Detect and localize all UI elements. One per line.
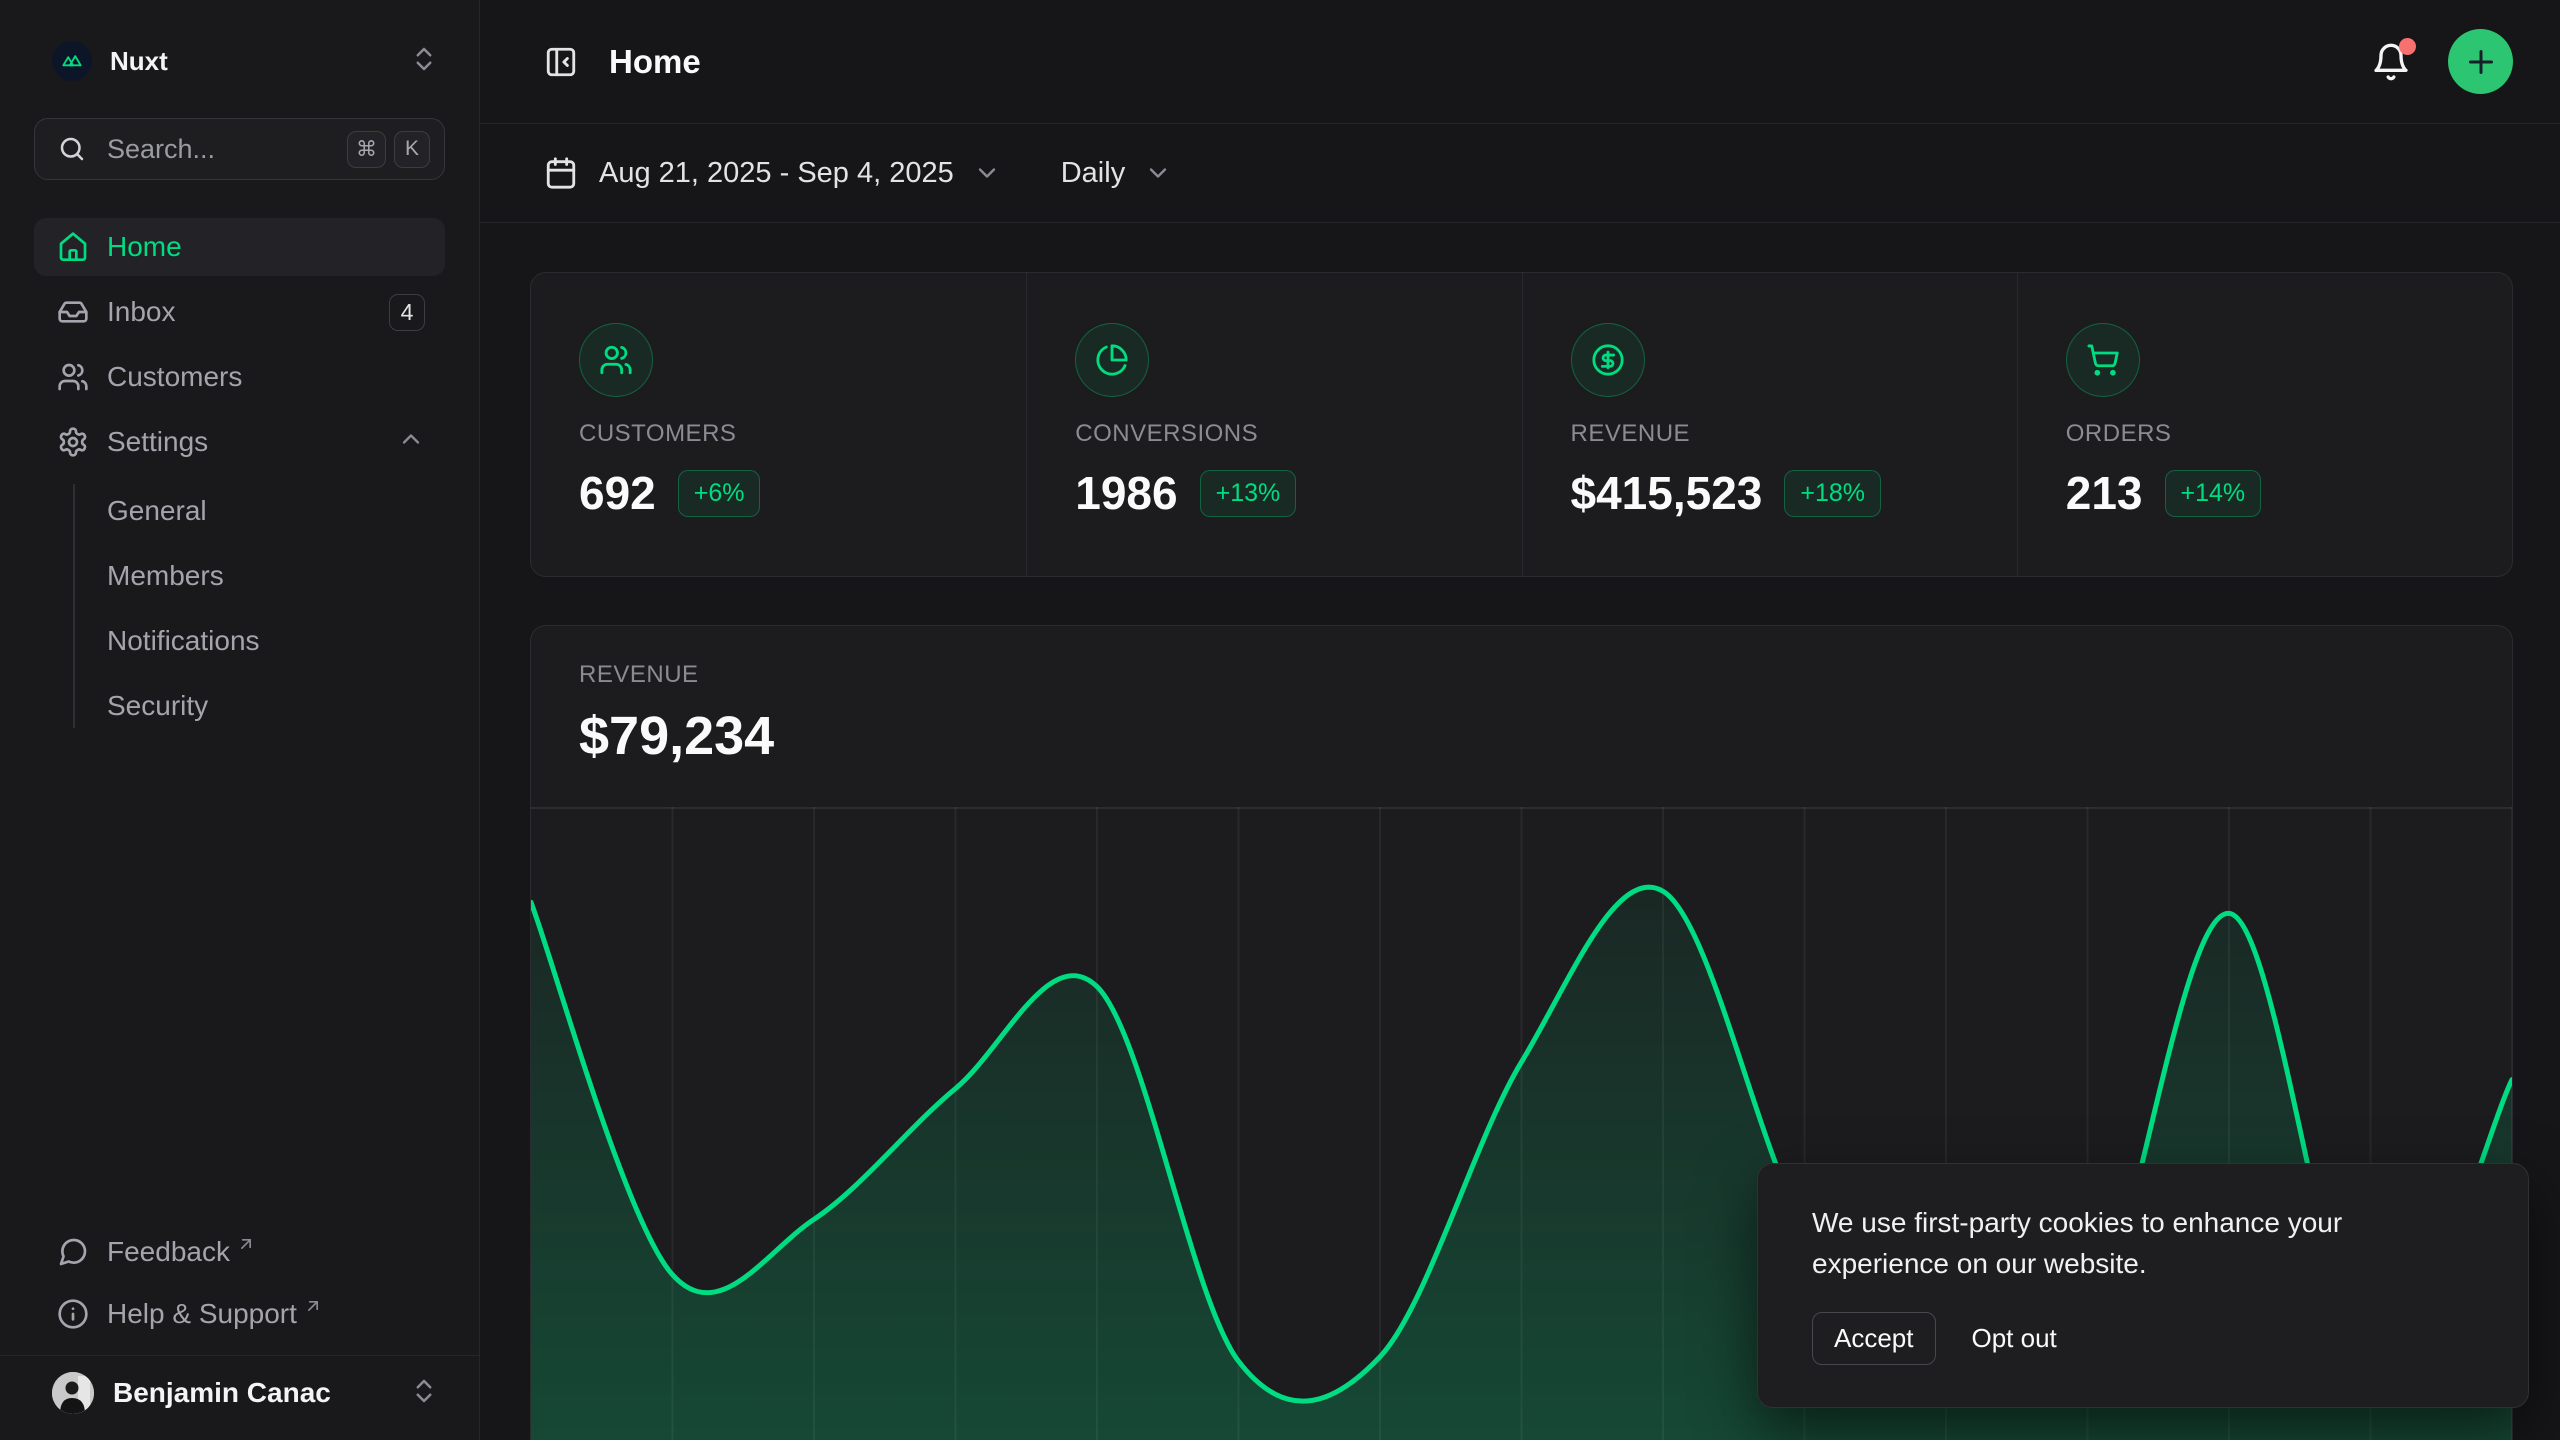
info-circle-icon: [57, 1298, 89, 1330]
stat-value: $415,523: [1571, 466, 1763, 520]
feedback-link[interactable]: Feedback: [34, 1221, 445, 1283]
user-name: Benjamin Canac: [113, 1377, 409, 1409]
stat-delta-badge: +18%: [1784, 470, 1881, 517]
stat-label: REVENUE: [1571, 420, 2017, 448]
sidebar-item-label: Home: [107, 231, 425, 263]
subitem-label: Notifications: [107, 625, 260, 657]
sidebar-item-label: Inbox: [107, 296, 389, 328]
revenue-chart-label: REVENUE: [579, 661, 2512, 689]
kbd-meta: ⌘: [347, 131, 386, 168]
settings-subnav: General Members Notifications Security: [34, 478, 445, 738]
sidebar-item-settings[interactable]: Settings: [34, 413, 445, 471]
workspace-name: Nuxt: [110, 46, 409, 77]
calendar-icon: [544, 156, 578, 190]
workspace-switcher[interactable]: Nuxt: [34, 28, 445, 94]
sidebar-subitem-security[interactable]: Security: [107, 673, 445, 738]
stat-delta-badge: +6%: [678, 470, 761, 517]
subitem-label: Security: [107, 690, 208, 722]
notifications-button[interactable]: [2371, 42, 2411, 82]
stats-row: CUSTOMERS 692 +6% CONVERSIONS 1986 +13%: [530, 272, 2513, 577]
stat-card-revenue[interactable]: REVENUE $415,523 +18%: [1522, 273, 2017, 576]
feedback-label: Feedback: [107, 1236, 230, 1268]
chat-bubble-icon: [57, 1236, 89, 1268]
stat-label: CUSTOMERS: [579, 420, 1026, 448]
help-support-label: Help & Support: [107, 1298, 297, 1330]
stat-card-orders[interactable]: ORDERS 213 +14%: [2017, 273, 2512, 576]
stat-value: 1986: [1075, 466, 1177, 520]
sidebar-item-home[interactable]: Home: [34, 218, 445, 276]
date-range-picker[interactable]: Aug 21, 2025 - Sep 4, 2025: [544, 156, 1001, 190]
sidebar-item-inbox[interactable]: Inbox 4: [34, 283, 445, 341]
gear-icon: [57, 426, 89, 458]
cookie-message: We use first-party cookies to enhance yo…: [1812, 1202, 2432, 1284]
filter-toolbar: Aug 21, 2025 - Sep 4, 2025 Daily: [480, 124, 2560, 223]
chevron-up-icon: [397, 425, 425, 460]
granularity-value: Daily: [1061, 157, 1125, 190]
sidebar-item-label: Settings: [107, 426, 397, 458]
page-header: Home: [480, 0, 2560, 124]
granularity-select[interactable]: Daily: [1061, 157, 1172, 190]
cookie-banner: We use first-party cookies to enhance yo…: [1757, 1163, 2529, 1408]
inbox-icon: [57, 296, 89, 328]
avatar: [52, 1372, 94, 1414]
help-support-link[interactable]: Help & Support: [34, 1283, 445, 1345]
users-icon: [579, 323, 653, 397]
chevron-updown-icon: [409, 1376, 439, 1411]
kbd-k: K: [394, 131, 430, 168]
external-link-icon: [236, 1229, 256, 1261]
chevron-updown-icon: [409, 44, 439, 79]
user-menu[interactable]: Benjamin Canac: [34, 1356, 445, 1434]
external-link-icon: [303, 1291, 323, 1323]
date-range-label: Aug 21, 2025 - Sep 4, 2025: [599, 157, 954, 190]
stat-label: ORDERS: [2066, 420, 2512, 448]
sidebar: Nuxt Search... ⌘ K Home: [0, 0, 480, 1440]
sidebar-item-customers[interactable]: Customers: [34, 348, 445, 406]
cookie-optout-button[interactable]: Opt out: [1972, 1323, 2057, 1354]
sidebar-footer: Feedback Help & Support Benjamin: [34, 1221, 445, 1440]
nuxt-logo: [52, 41, 92, 81]
search-placeholder: Search...: [107, 134, 339, 165]
home-icon: [57, 231, 89, 263]
search-input[interactable]: Search... ⌘ K: [34, 118, 445, 180]
sidebar-subitem-notifications[interactable]: Notifications: [107, 608, 445, 673]
dollar-circle-icon: [1571, 323, 1645, 397]
sidebar-subitem-general[interactable]: General: [107, 478, 445, 543]
shopping-cart-icon: [2066, 323, 2140, 397]
inbox-count-badge: 4: [389, 294, 425, 331]
notification-dot: [2399, 38, 2416, 55]
users-icon: [57, 361, 89, 393]
page-title: Home: [609, 43, 2371, 81]
sidebar-item-label: Customers: [107, 361, 425, 393]
cookie-accept-button[interactable]: Accept: [1812, 1312, 1936, 1365]
stat-card-customers[interactable]: CUSTOMERS 692 +6%: [531, 273, 1026, 576]
stat-label: CONVERSIONS: [1075, 420, 1521, 448]
search-icon: [57, 134, 87, 164]
sidebar-nav: Home Inbox 4 Customers Settings: [34, 218, 445, 738]
stat-value: 692: [579, 466, 656, 520]
stat-delta-badge: +14%: [2165, 470, 2262, 517]
stat-delta-badge: +13%: [1200, 470, 1297, 517]
subitem-label: Members: [107, 560, 224, 592]
revenue-chart-value: $79,234: [579, 705, 2512, 767]
stat-value: 213: [2066, 466, 2143, 520]
sidebar-subitem-members[interactable]: Members: [107, 543, 445, 608]
stat-card-conversions[interactable]: CONVERSIONS 1986 +13%: [1026, 273, 1521, 576]
chevron-down-icon: [1144, 159, 1172, 187]
sidebar-collapse-button[interactable]: [544, 45, 578, 79]
chevron-down-icon: [973, 159, 1001, 187]
add-button[interactable]: [2448, 29, 2513, 94]
pie-chart-icon: [1075, 323, 1149, 397]
subitem-label: General: [107, 495, 207, 527]
